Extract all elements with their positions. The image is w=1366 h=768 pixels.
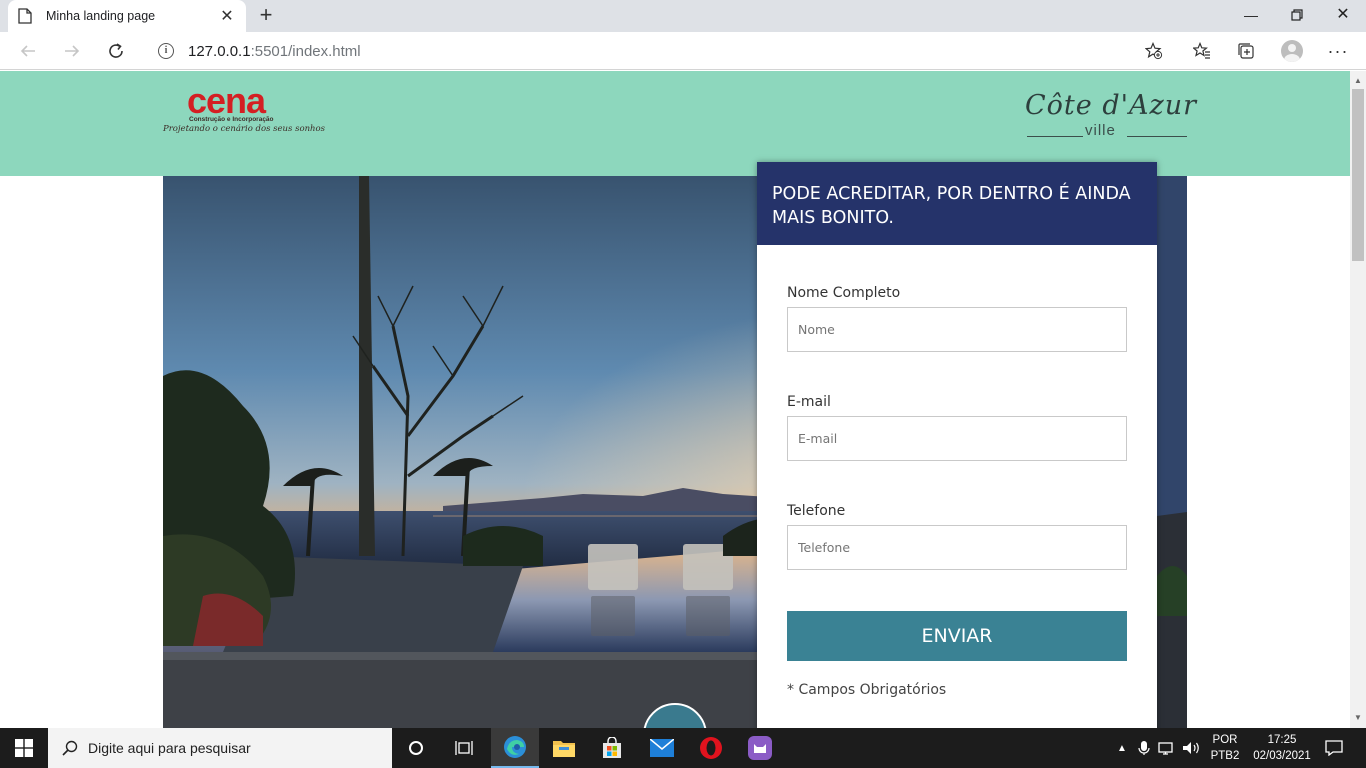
cote-logo-ville: ville	[1085, 122, 1116, 139]
file-explorer-icon[interactable]	[540, 728, 588, 768]
scroll-down-icon[interactable]: ▼	[1350, 710, 1366, 726]
back-icon[interactable]	[17, 40, 39, 62]
lead-form: PODE ACREDITAR, POR DENTRO É AINDA MAIS …	[757, 162, 1157, 728]
url-host: 127.0.0.1	[188, 42, 251, 60]
page-icon	[18, 8, 32, 24]
minimize-icon[interactable]: —	[1228, 0, 1274, 30]
phone-input[interactable]	[787, 525, 1127, 570]
cena-logo-word: cena	[187, 80, 266, 121]
collections-icon[interactable]	[1235, 40, 1257, 62]
form-heading: PODE ACREDITAR, POR DENTRO É AINDA MAIS …	[772, 184, 1131, 228]
scroll-up-icon[interactable]: ▲	[1350, 73, 1366, 89]
language-code: POR	[1212, 734, 1238, 746]
forward-icon[interactable]	[61, 40, 83, 62]
task-view-icon[interactable]	[440, 728, 488, 768]
scrollbar-thumb[interactable]	[1352, 89, 1364, 261]
cena-logo-subtitle: Construção e Incorporação	[189, 116, 274, 123]
add-favorite-icon[interactable]	[1143, 40, 1165, 62]
app-cat-icon[interactable]	[736, 728, 784, 768]
network-icon[interactable]	[1157, 740, 1177, 756]
microphone-icon[interactable]	[1135, 740, 1153, 756]
address-bar[interactable]: i 127.0.0.1:5501/index.html	[144, 35, 1176, 67]
submit-button[interactable]: ENVIAR	[787, 611, 1127, 661]
cena-logo[interactable]: cena Construção e Incorporação Projetand…	[163, 80, 325, 141]
required-fields-note: * Campos Obrigatórios	[787, 682, 947, 698]
opera-icon[interactable]	[687, 728, 735, 768]
page-scrollbar[interactable]: ▲ ▼	[1350, 71, 1366, 728]
cote-dazur-logo[interactable]: Côte d'Azur ville	[1025, 90, 1196, 144]
windows-taskbar: Digite aqui para pesquisar ▲ POR PTB2 17…	[0, 728, 1366, 768]
more-menu-icon[interactable]: ···	[1327, 40, 1349, 62]
site-header: cena Construção e Incorporação Projetand…	[0, 71, 1350, 176]
windows-logo-icon	[15, 739, 33, 757]
start-button[interactable]	[0, 728, 48, 768]
page-viewport: cena Construção e Incorporação Projetand…	[0, 71, 1350, 728]
input-language-indicator[interactable]: POR PTB2	[1209, 732, 1241, 764]
email-input[interactable]	[787, 416, 1127, 461]
show-hidden-icons[interactable]: ▲	[1113, 743, 1131, 754]
site-info-icon[interactable]: i	[158, 43, 174, 59]
new-tab-button[interactable]: +	[254, 4, 278, 28]
tab-strip: Minha landing page ✕ + — ✕	[0, 0, 1366, 32]
url-path: :5501/index.html	[250, 42, 361, 60]
system-tray: ▲	[1113, 728, 1201, 768]
close-tab-icon[interactable]: ✕	[218, 6, 236, 26]
form-header: PODE ACREDITAR, POR DENTRO É AINDA MAIS …	[757, 162, 1157, 245]
notifications-icon[interactable]	[1310, 728, 1358, 768]
close-window-icon[interactable]: ✕	[1320, 0, 1366, 30]
refresh-icon[interactable]	[105, 40, 127, 62]
store-icon[interactable]	[588, 728, 636, 768]
browser-toolbar: i 127.0.0.1:5501/index.html ···	[0, 32, 1366, 70]
tab-title: Minha landing page	[46, 9, 156, 23]
phone-label: Telefone	[787, 503, 846, 519]
edge-browser-icon[interactable]	[491, 728, 539, 768]
cote-logo-line-left	[1027, 136, 1083, 137]
email-label: E-mail	[787, 394, 831, 410]
avatar	[1281, 40, 1303, 62]
cote-logo-line-right	[1127, 136, 1187, 137]
name-input[interactable]	[787, 307, 1127, 352]
keyboard-layout: PTB2	[1210, 750, 1240, 762]
cote-logo-word: Côte d'Azur	[1025, 90, 1198, 121]
search-placeholder: Digite aqui para pesquisar	[88, 740, 251, 756]
search-icon	[62, 740, 78, 756]
profile-avatar[interactable]	[1281, 40, 1303, 62]
restore-icon[interactable]	[1274, 0, 1320, 30]
volume-icon[interactable]	[1181, 740, 1201, 756]
taskbar-search[interactable]: Digite aqui para pesquisar	[48, 728, 392, 768]
favorites-icon[interactable]	[1191, 40, 1213, 62]
name-label: Nome Completo	[787, 285, 901, 301]
browser-tab[interactable]: Minha landing page ✕	[8, 0, 246, 32]
mail-icon[interactable]	[638, 728, 686, 768]
cortana-icon[interactable]	[392, 728, 440, 768]
cena-logo-tagline: Projetando o cenário dos seus sonhos	[163, 124, 325, 134]
